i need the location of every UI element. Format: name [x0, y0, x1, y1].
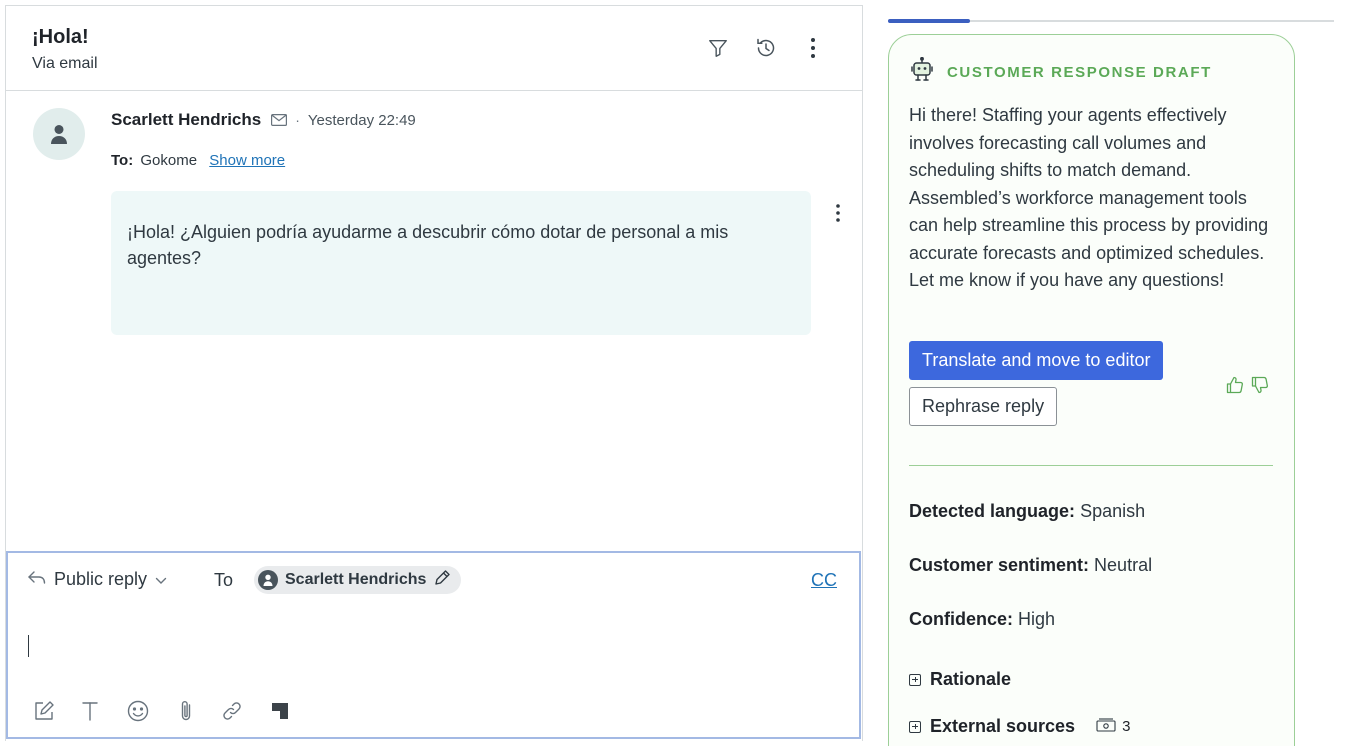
thumbs-down-icon[interactable]: [1250, 375, 1270, 395]
chevron-down-icon: [155, 569, 167, 590]
external-sources-label: External sources: [930, 716, 1076, 736]
panel-divider: [862, 5, 863, 741]
recipient-name: Scarlett Hendrichs: [285, 571, 427, 588]
to-value: Gokome: [140, 152, 198, 169]
rephrase-reply-button[interactable]: Rephrase reply: [909, 387, 1058, 426]
detected-language-label: Detected language:: [909, 501, 1076, 521]
expand-plus-icon: [909, 673, 921, 686]
thumbs-up-icon[interactable]: [1225, 375, 1245, 395]
ticket-channel: Via email: [32, 55, 98, 72]
text-cursor: [28, 635, 29, 657]
external-sources-expander[interactable]: External sources 3: [909, 716, 1130, 737]
compose-icon[interactable]: [30, 697, 58, 725]
edit-pencil-icon[interactable]: [433, 569, 451, 592]
confidence: Confidence: High: [909, 609, 1055, 630]
to-label: To:: [111, 152, 134, 169]
sources-count: 3: [1122, 718, 1131, 735]
envelope-icon: [271, 114, 288, 126]
draft-header: CUSTOMER RESPONSE DRAFT: [909, 56, 1212, 88]
assembled-logo-icon[interactable]: [266, 697, 294, 725]
composer-to-label: To: [214, 570, 234, 590]
sentiment-value: Neutral: [1094, 555, 1153, 575]
author-name: Scarlett Hendrichs: [111, 110, 262, 129]
rationale-label: Rationale: [930, 669, 1012, 689]
confidence-value: High: [1018, 609, 1056, 629]
avatar: [33, 108, 85, 160]
translate-move-to-editor-button[interactable]: Translate and move to editor: [909, 341, 1164, 380]
emoji-icon[interactable]: [124, 697, 152, 725]
sentiment-label: Customer sentiment:: [909, 555, 1090, 575]
confidence-label: Confidence:: [909, 609, 1014, 629]
reply-arrow-icon: [28, 569, 46, 590]
message-body: ¡Hola! ¿Alguien podría ayudarme a descub…: [111, 191, 811, 335]
message-timestamp: Yesterday 22:49: [307, 111, 416, 129]
response-draft-card: CUSTOMER RESPONSE DRAFT Hi there! Staffi…: [888, 34, 1295, 746]
reply-editor[interactable]: [22, 617, 842, 687]
reply-type-selector[interactable]: Public reply: [28, 569, 167, 590]
text-format-icon[interactable]: [76, 697, 104, 725]
sources-count-badge: 3: [1096, 717, 1131, 736]
ticket-header: ¡Hola! Via email: [6, 6, 863, 91]
reply-type-label: Public reply: [54, 569, 148, 589]
reply-composer: Public reply To Scarlett Hendrichs CC: [6, 551, 861, 739]
ticket-subject: ¡Hola!: [32, 26, 89, 48]
draft-divider: [909, 465, 1273, 466]
recipient-chip[interactable]: Scarlett Hendrichs: [254, 566, 462, 594]
recipients-row: To: Gokome Show more: [111, 152, 285, 169]
show-more-link[interactable]: Show more: [209, 152, 285, 169]
panel-tab-active-indicator[interactable]: [888, 19, 970, 23]
more-vertical-icon[interactable]: [799, 34, 827, 62]
message-more-icon[interactable]: [828, 200, 848, 226]
history-icon[interactable]: [752, 34, 780, 62]
detected-language-value: Spanish: [1080, 501, 1146, 521]
author-row: Scarlett Hendrichs · Yesterday 22:49: [111, 110, 416, 130]
recipient-avatar-icon: [258, 570, 278, 590]
link-icon[interactable]: [218, 697, 246, 725]
attachment-icon[interactable]: [172, 697, 200, 725]
draft-response-text: Hi there! Staffing your agents effective…: [909, 105, 1269, 290]
rationale-expander[interactable]: Rationale: [909, 669, 1011, 690]
cc-link[interactable]: CC: [811, 570, 837, 591]
customer-sentiment: Customer sentiment: Neutral: [909, 555, 1152, 576]
expand-plus-icon: [909, 720, 921, 733]
draft-title: CUSTOMER RESPONSE DRAFT: [947, 64, 1212, 81]
robot-icon: [909, 56, 935, 88]
detected-language: Detected language: Spanish: [909, 501, 1145, 522]
document-stack-icon: [1096, 717, 1116, 736]
separator-dot: ·: [295, 112, 300, 128]
filter-icon[interactable]: [704, 34, 732, 62]
